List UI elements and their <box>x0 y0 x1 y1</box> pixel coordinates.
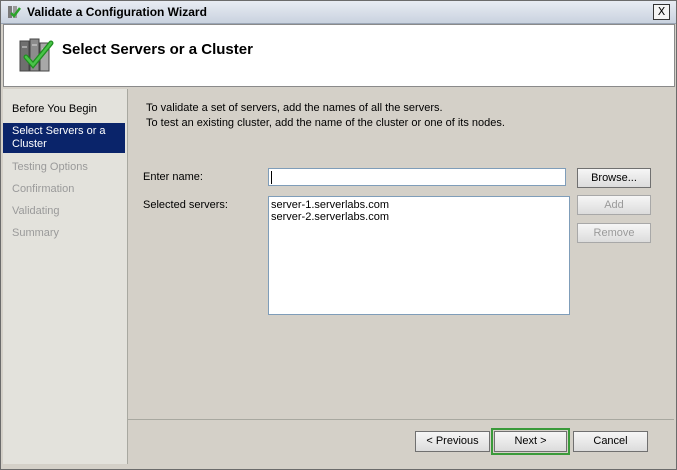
text-caret <box>271 171 272 184</box>
add-button: Add <box>577 195 651 215</box>
instruction-line-2: To test an existing cluster, add the nam… <box>146 117 505 129</box>
wizard-step-nav: Before You Begin Select Servers or a Clu… <box>3 89 128 464</box>
selected-servers-list[interactable]: server-1.serverlabs.com server-2.serverl… <box>268 196 570 315</box>
previous-button[interactable]: < Previous <box>415 431 490 452</box>
wizard-header: Select Servers or a Cluster <box>3 24 675 87</box>
close-button[interactable]: X <box>653 4 670 20</box>
nav-step-confirmation: Confirmation <box>12 183 75 195</box>
enter-name-label: Enter name: <box>143 171 203 183</box>
wizard-icon <box>8 6 21 18</box>
wizard-footer: < Previous Next > Cancel <box>128 420 674 464</box>
list-item[interactable]: server-1.serverlabs.com <box>271 199 567 211</box>
nav-step-summary: Summary <box>12 227 60 239</box>
remove-button: Remove <box>577 223 651 243</box>
server-cluster-check-icon <box>19 38 54 72</box>
nav-step-testing-options: Testing Options <box>12 161 88 173</box>
nav-step-select-servers[interactable]: Select Servers or a Cluster <box>3 123 125 153</box>
browse-button[interactable]: Browse... <box>577 168 651 188</box>
selected-servers-label: Selected servers: <box>143 199 228 211</box>
enter-name-input[interactable] <box>268 168 566 186</box>
next-button[interactable]: Next > <box>491 428 570 455</box>
title-bar: Validate a Configuration Wizard X <box>1 1 676 24</box>
wizard-content: To validate a set of servers, add the na… <box>128 89 674 419</box>
list-item[interactable]: server-2.serverlabs.com <box>271 211 567 223</box>
wizard-window: Validate a Configuration Wizard X Select… <box>0 0 677 470</box>
page-title: Select Servers or a Cluster <box>62 41 253 58</box>
window-title: Validate a Configuration Wizard <box>27 5 207 19</box>
cancel-button[interactable]: Cancel <box>573 431 648 452</box>
nav-step-before-you-begin[interactable]: Before You Begin <box>3 103 125 116</box>
instruction-line-1: To validate a set of servers, add the na… <box>146 102 443 114</box>
nav-step-validating: Validating <box>12 205 60 217</box>
